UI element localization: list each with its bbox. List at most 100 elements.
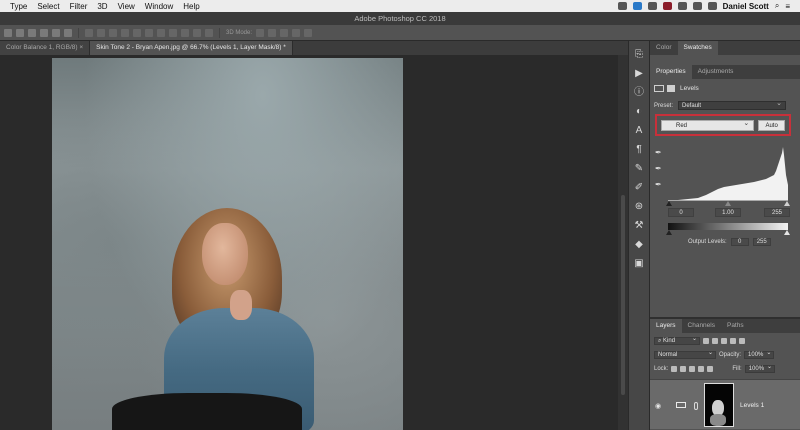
menu-window[interactable]: Window xyxy=(145,2,173,11)
menu-list-icon[interactable]: ≡ xyxy=(785,2,790,11)
menu-select[interactable]: Select xyxy=(37,2,59,11)
tab-properties[interactable]: Properties xyxy=(650,65,692,79)
eye-icon[interactable]: ◉ xyxy=(655,402,661,410)
3d-drag-icon[interactable] xyxy=(280,28,289,37)
input-gamma-value[interactable]: 1.00 xyxy=(715,208,741,217)
distribute-8-icon[interactable] xyxy=(169,28,177,37)
tab-layers[interactable]: Layers xyxy=(650,319,682,333)
canvas-scrollbar[interactable] xyxy=(618,55,628,430)
output-black-slider[interactable] xyxy=(666,230,672,235)
layer-row-levels[interactable]: ◉ Levels 1 xyxy=(650,379,800,429)
tray-app-icon[interactable] xyxy=(617,2,627,10)
white-point-eyedropper-icon[interactable]: ✒ xyxy=(655,181,663,189)
distribute-10-icon[interactable] xyxy=(193,28,201,37)
distribute-2-icon[interactable] xyxy=(97,28,105,37)
layer-kind-filter[interactable]: ⌕ Kind xyxy=(654,336,700,345)
paragraph-icon[interactable]: ¶ xyxy=(634,144,645,155)
gray-point-eyedropper-icon[interactable]: ✒ xyxy=(655,165,663,173)
photo-canvas[interactable] xyxy=(52,58,403,430)
distribute-9-icon[interactable] xyxy=(181,28,189,37)
menu-filter[interactable]: Filter xyxy=(70,2,88,11)
clone-source-icon[interactable]: ⊛ xyxy=(634,201,645,212)
3d-roll-icon[interactable] xyxy=(268,28,277,37)
lock-all-icon[interactable] xyxy=(707,366,714,372)
search-icon[interactable]: ⌕ xyxy=(775,1,779,11)
align-center-icon[interactable] xyxy=(16,28,24,37)
filter-type-icon[interactable] xyxy=(721,338,727,344)
distribute-3-icon[interactable] xyxy=(109,28,117,37)
align-left-icon[interactable] xyxy=(4,28,12,37)
filter-shape-icon[interactable] xyxy=(730,338,736,344)
black-point-eyedropper-icon[interactable]: ✒ xyxy=(655,149,663,157)
menu-3d[interactable]: 3D xyxy=(97,2,107,11)
actions-play-icon[interactable]: ▶ xyxy=(634,68,645,79)
wifi-icon[interactable] xyxy=(692,2,702,10)
scrollbar-thumb[interactable] xyxy=(621,195,625,395)
tab-paths[interactable]: Paths xyxy=(721,319,750,333)
lock-paint-icon[interactable] xyxy=(680,366,687,372)
input-black-slider[interactable] xyxy=(666,201,672,206)
distribute-4-icon[interactable] xyxy=(121,28,129,37)
distribute-11-icon[interactable] xyxy=(205,28,213,37)
tab-color[interactable]: Color xyxy=(650,41,678,55)
tab-adjustments[interactable]: Adjustments xyxy=(692,65,740,79)
brush-settings-icon[interactable]: ✐ xyxy=(634,182,645,193)
output-white-slider[interactable] xyxy=(784,230,790,235)
brush-icon[interactable]: ✎ xyxy=(634,163,645,174)
output-black-value[interactable]: 0 xyxy=(730,238,749,246)
lock-position-icon[interactable] xyxy=(689,366,696,372)
character-icon[interactable]: A xyxy=(634,125,645,136)
sync-icon[interactable] xyxy=(632,2,642,10)
layer-mask-thumbnail[interactable] xyxy=(704,383,734,427)
align-right-icon[interactable] xyxy=(28,28,36,37)
auto-button[interactable]: Auto xyxy=(758,120,785,131)
3d-icon[interactable]: ◆ xyxy=(634,239,645,250)
align-bottom-icon[interactable] xyxy=(64,28,72,37)
tab-swatches[interactable]: Swatches xyxy=(677,41,718,55)
channel-dropdown[interactable]: Red xyxy=(661,119,755,131)
input-gamma-slider[interactable] xyxy=(725,201,731,206)
menu-view[interactable]: View xyxy=(118,2,135,11)
tool-presets-icon[interactable]: ⚒ xyxy=(634,220,645,231)
align-middle-icon[interactable] xyxy=(52,28,60,37)
lock-artboard-icon[interactable] xyxy=(698,366,705,372)
tab-channels[interactable]: Channels xyxy=(682,319,721,333)
adjustments-icon[interactable]: ◐ xyxy=(634,106,645,117)
history-icon[interactable]: ⎘ xyxy=(634,49,645,60)
libraries-icon[interactable]: ▣ xyxy=(634,258,645,269)
filter-adjustment-icon[interactable] xyxy=(712,338,718,344)
input-black-value[interactable]: 0 xyxy=(668,208,694,217)
display-icon[interactable] xyxy=(677,2,687,10)
distribute-1-icon[interactable] xyxy=(85,28,93,37)
input-white-slider[interactable] xyxy=(784,201,790,206)
opacity-input[interactable]: 100% xyxy=(744,350,775,359)
distribute-7-icon[interactable] xyxy=(157,28,165,37)
3d-scale-icon[interactable] xyxy=(304,28,313,37)
align-top-icon[interactable] xyxy=(40,28,48,37)
info-icon[interactable]: ⓘ xyxy=(634,87,645,98)
chain-link-icon[interactable] xyxy=(694,402,698,410)
tab-skin-tone-doc[interactable]: Skin Tone 2 - Bryan Apen.jpg @ 66.7% (Le… xyxy=(90,41,293,55)
user-name[interactable]: Daniel Scott xyxy=(723,2,769,11)
blend-mode-dropdown[interactable]: Normal xyxy=(654,350,716,359)
cloud-icon[interactable] xyxy=(647,2,657,10)
distribute-6-icon[interactable] xyxy=(145,28,153,37)
filter-pixel-icon[interactable] xyxy=(703,338,709,344)
preset-dropdown[interactable]: Default xyxy=(678,100,787,110)
menu-type[interactable]: Type xyxy=(10,2,27,11)
fill-input[interactable]: 100% xyxy=(744,364,776,373)
3d-rotate-icon[interactable] xyxy=(256,28,265,37)
layer-mask-icon[interactable] xyxy=(667,85,675,92)
tab-color-balance-doc[interactable]: Color Balance 1, RGB/8) × xyxy=(0,41,91,55)
3d-slide-icon[interactable] xyxy=(292,28,301,37)
filter-smart-icon[interactable] xyxy=(739,338,745,344)
canvas-area[interactable] xyxy=(0,55,628,430)
lock-pixels-icon[interactable] xyxy=(671,366,678,372)
menu-help[interactable]: Help xyxy=(183,2,199,11)
distribute-5-icon[interactable] xyxy=(133,28,141,37)
volume-icon[interactable] xyxy=(707,2,717,10)
app-badge-icon[interactable] xyxy=(662,2,672,10)
layer-name[interactable]: Levels 1 xyxy=(740,402,764,409)
output-white-value[interactable]: 255 xyxy=(752,238,771,246)
input-white-value[interactable]: 255 xyxy=(764,208,790,217)
